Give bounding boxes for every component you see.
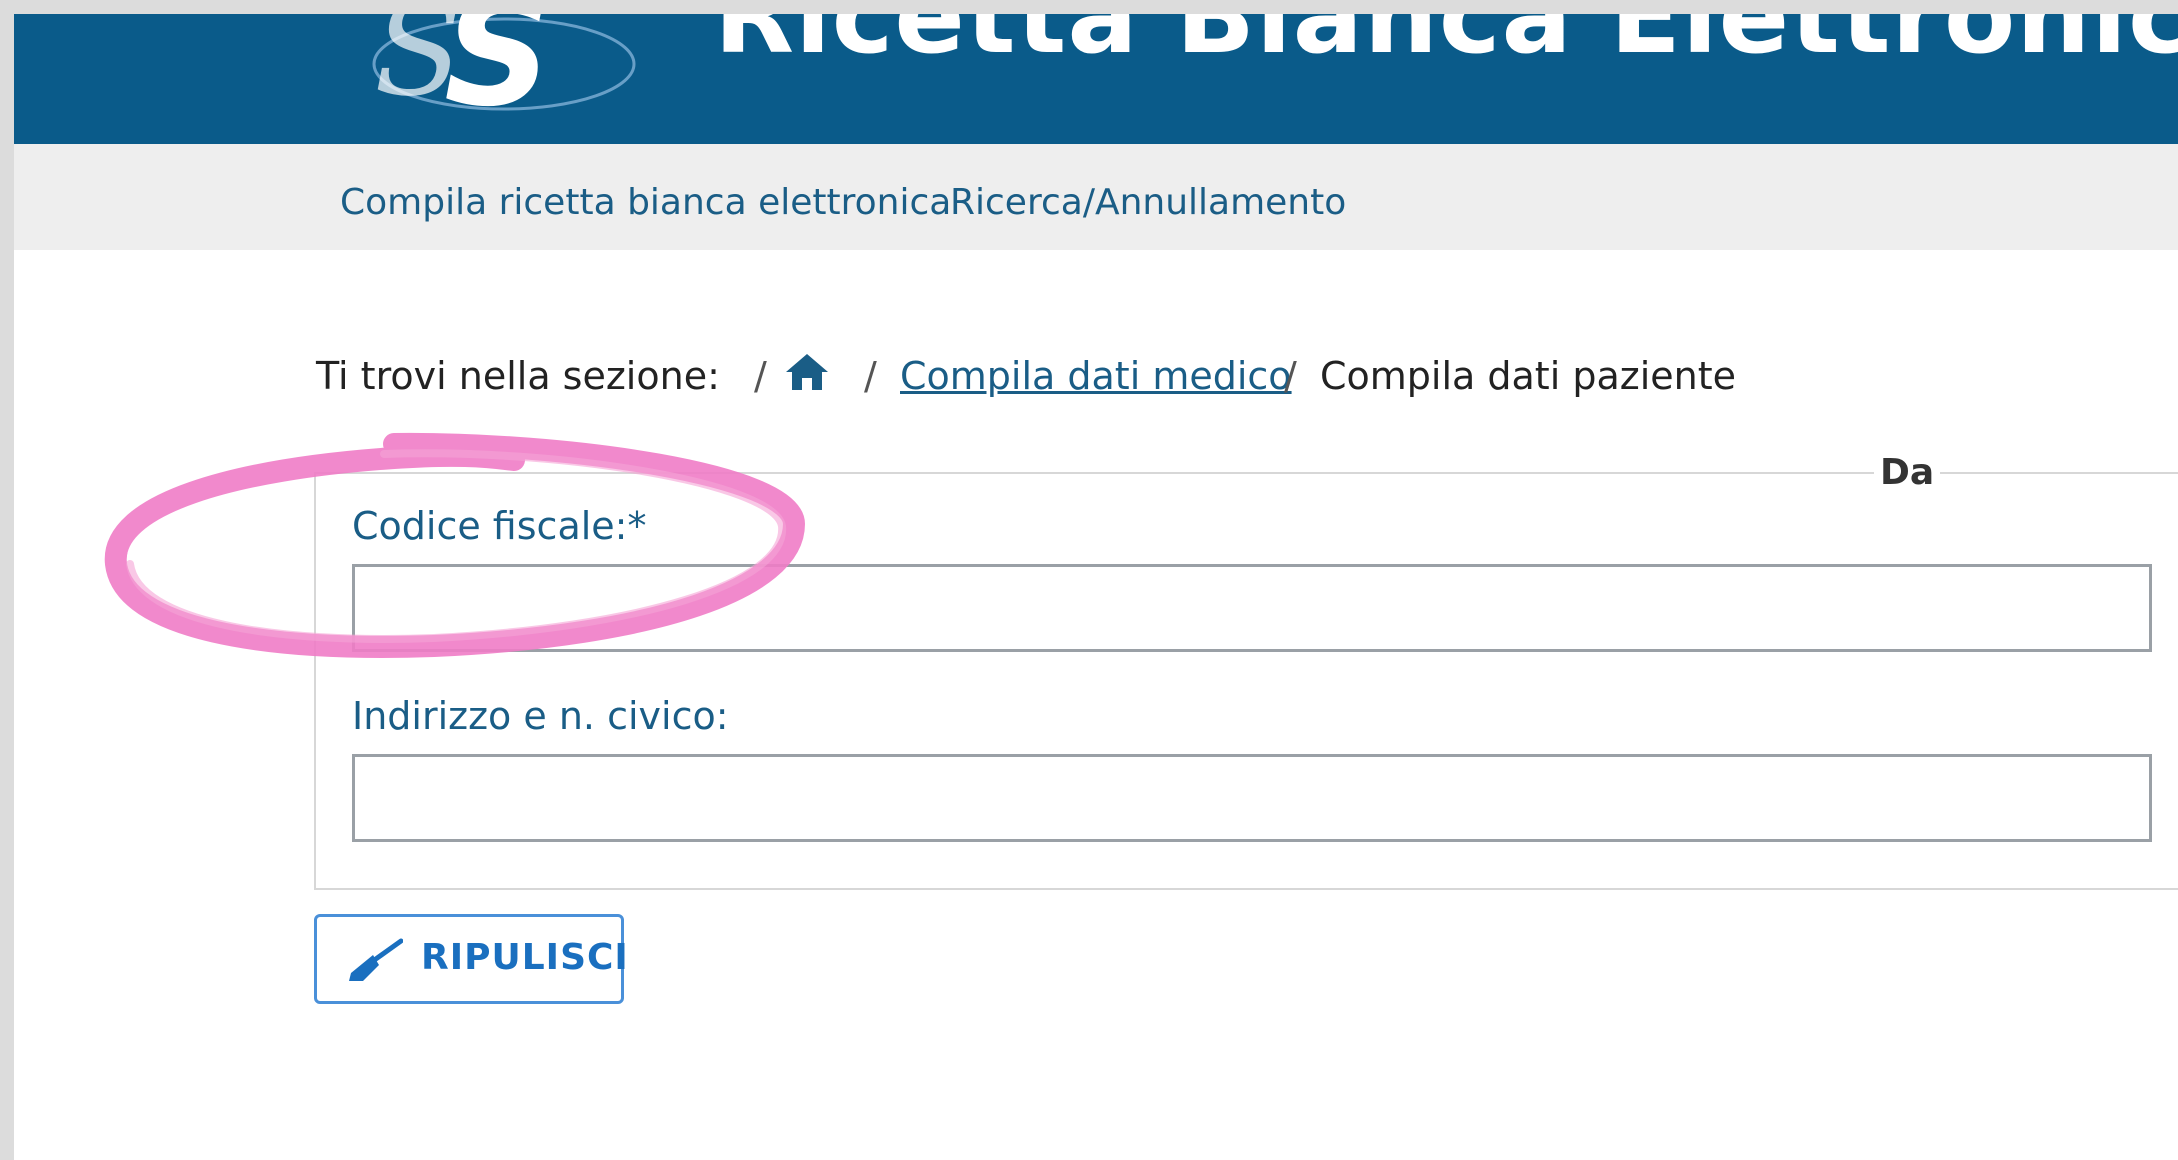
svg-text:S: S (444, 14, 552, 124)
page-frame: S S Ricetta Bianca Elettronica Compila r… (14, 14, 2178, 1160)
app-title: Ricetta Bianca Elettronica (714, 14, 2178, 77)
breadcrumb-prefix: Ti trovi nella sezione: (316, 354, 720, 398)
broom-icon (349, 938, 403, 981)
codice-fiscale-input[interactable] (352, 564, 2152, 652)
breadcrumb-separator: / (754, 354, 767, 398)
indirizzo-label: Indirizzo e n. civico: (352, 694, 729, 738)
breadcrumb-link-compila-dati-medico[interactable]: Compila dati medico (900, 354, 1292, 398)
app-header: S S Ricetta Bianca Elettronica (14, 14, 2178, 144)
breadcrumb-separator: / (864, 354, 877, 398)
nav-item-ricerca-annullamento[interactable]: Ricerca/Annullamento (950, 182, 1346, 223)
nav-item-compila-ricetta[interactable]: Compila ricetta bianca elettronica (340, 182, 951, 223)
top-nav: Compila ricetta bianca elettronica Ricer… (14, 144, 2178, 250)
indirizzo-input[interactable] (352, 754, 2152, 842)
breadcrumb-current: Compila dati paziente (1320, 354, 1736, 398)
breadcrumb-separator: / (1284, 354, 1297, 398)
home-icon[interactable] (784, 350, 830, 403)
fieldset-legend: Da (1874, 452, 1941, 493)
sts-logo-icon: S S (372, 14, 636, 124)
codice-fiscale-label: Codice fiscale:* (352, 504, 647, 548)
ripulisci-button[interactable]: RIPULISCI (314, 914, 628, 1004)
ripulisci-button-label: RIPULISCI (421, 937, 629, 978)
breadcrumb: Ti trovi nella sezione: / / Compila dati… (14, 354, 2178, 414)
